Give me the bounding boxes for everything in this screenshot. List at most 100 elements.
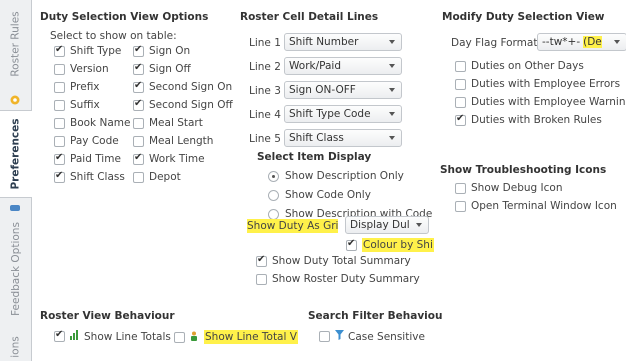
- checkbox-label: Case Sensitive: [348, 330, 425, 343]
- tab-feedback-options[interactable]: Feedback Options: [0, 220, 31, 318]
- checkbox-case-sensitive[interactable]: Case Sensitive: [319, 330, 425, 343]
- checkbox-show-line-total-v[interactable]: Show Line Total V: [174, 330, 298, 344]
- radio-label: Show Code Only: [285, 189, 371, 201]
- tab-preferences[interactable]: Preferences: [0, 110, 32, 198]
- checkbox-label: Suffix: [70, 99, 100, 111]
- checkbox-box[interactable]: [54, 329, 65, 342]
- line-3-select[interactable]: Sign ON-OFF: [284, 81, 402, 99]
- checkbox-label: Show Roster Duty Summary: [272, 273, 420, 285]
- checkbox-colour-by-shift[interactable]: Colour by Shi: [346, 238, 434, 252]
- checkbox-box[interactable]: [256, 273, 267, 285]
- checkbox-work-time[interactable]: Work Time: [133, 152, 205, 165]
- checkbox-sign-off[interactable]: Sign Off: [133, 62, 191, 75]
- checkbox-meal-start[interactable]: Meal Start: [133, 117, 203, 129]
- checkbox-box[interactable]: [455, 96, 466, 108]
- checkbox-debug-icon[interactable]: Show Debug Icon: [455, 182, 563, 194]
- tab-label: Feedback Options: [9, 222, 22, 316]
- checkbox-box[interactable]: [54, 170, 65, 183]
- radio-code-only[interactable]: Show Code Only: [268, 189, 371, 201]
- tab-partial[interactable]: ions: [0, 332, 31, 362]
- select-value: Shift Class: [289, 132, 344, 144]
- checkbox-label: Book Name: [70, 117, 131, 129]
- checkbox-box[interactable]: [174, 331, 185, 343]
- checkbox-box[interactable]: [455, 60, 466, 72]
- checkbox-box[interactable]: [54, 99, 65, 111]
- checkbox-meal-length[interactable]: Meal Length: [133, 135, 213, 147]
- line-3-label: Line 3: [249, 85, 281, 97]
- checkbox-box[interactable]: [455, 182, 466, 194]
- checkbox-shift-type[interactable]: Shift Type: [54, 44, 121, 57]
- checkbox-depot[interactable]: Depot: [133, 171, 181, 183]
- checkbox-duties-employee-errors[interactable]: Duties with Employee Errors: [455, 78, 620, 90]
- checkbox-shift-class[interactable]: Shift Class: [54, 170, 125, 183]
- checkbox-label: Depot: [149, 171, 181, 183]
- checkbox-duties-employee-warning[interactable]: Duties with Employee Warning: [455, 96, 626, 108]
- checkbox-paid-time[interactable]: Paid Time: [54, 152, 121, 165]
- checkbox-box[interactable]: [54, 81, 65, 93]
- line-5-select[interactable]: Shift Class: [284, 129, 402, 147]
- checkbox-box[interactable]: [455, 78, 466, 90]
- checkbox-duties-other-days[interactable]: Duties on Other Days: [455, 60, 584, 72]
- radio-label: Show Description Only: [285, 170, 404, 182]
- checkbox-box[interactable]: [54, 63, 65, 75]
- checkbox-duties-broken-rules[interactable]: Duties with Broken Rules: [455, 113, 602, 126]
- checkbox-box[interactable]: [54, 135, 65, 147]
- show-duty-as-grid-select[interactable]: Display Dul: [345, 216, 429, 234]
- checkbox-terminal-window-icon[interactable]: Open Terminal Window Icon: [455, 200, 617, 212]
- checkbox-box[interactable]: [133, 80, 144, 93]
- duty-selection-title: Duty Selection View Options: [40, 11, 209, 23]
- checkbox-book-name[interactable]: Book Name: [54, 117, 130, 129]
- checkbox-second-sign-on[interactable]: Second Sign On: [133, 80, 232, 93]
- checkbox-label: Version: [70, 63, 109, 75]
- tab-roster-rules[interactable]: Roster Rules: [0, 6, 31, 82]
- checkbox-box[interactable]: [133, 98, 144, 111]
- checkbox-sign-on[interactable]: Sign On: [133, 44, 191, 57]
- checkbox-version[interactable]: Version: [54, 63, 109, 75]
- person-chart-icon: [190, 331, 200, 344]
- checkbox-label: Prefix: [70, 81, 100, 93]
- checkbox-roster-duty-summary[interactable]: Show Roster Duty Summary: [256, 273, 420, 285]
- checkbox-suffix[interactable]: Suffix: [54, 99, 100, 111]
- checkbox-pay-code[interactable]: Pay Code: [54, 135, 119, 147]
- checkbox-box[interactable]: [133, 135, 144, 147]
- checkbox-box[interactable]: [319, 331, 330, 342]
- troubleshooting-title: Show Troubleshooting Icons: [440, 164, 607, 176]
- checkbox-box[interactable]: [455, 113, 466, 126]
- day-flag-select[interactable]: --tw*+- (De: [537, 33, 626, 51]
- checkbox-box[interactable]: [133, 152, 144, 165]
- checkbox-box[interactable]: [54, 152, 65, 165]
- checkbox-box[interactable]: [133, 117, 144, 129]
- checkbox-box[interactable]: [133, 44, 144, 57]
- checkbox-duty-total-summary[interactable]: Show Duty Total Summary: [256, 254, 411, 267]
- checkbox-second-sign-off[interactable]: Second Sign Off: [133, 98, 233, 111]
- select-value-highlight: (De: [583, 36, 602, 48]
- checkbox-prefix[interactable]: Prefix: [54, 81, 100, 93]
- checkbox-box[interactable]: [133, 62, 144, 75]
- radio-circle[interactable]: [268, 189, 279, 201]
- checkbox-show-line-totals[interactable]: Show Line Totals: [54, 329, 171, 343]
- line-1-select[interactable]: Shift Number: [284, 33, 402, 51]
- search-filter-title: Search Filter Behaviou: [308, 310, 443, 322]
- roster-cell-title: Roster Cell Detail Lines: [240, 11, 379, 23]
- tab-label: ions: [9, 336, 22, 358]
- checkbox-box[interactable]: [133, 171, 144, 183]
- checkbox-box[interactable]: [455, 200, 466, 212]
- select-value: Shift Type Code: [289, 108, 371, 120]
- checkbox-box[interactable]: [346, 238, 357, 251]
- checkbox-label: Meal Length: [149, 135, 214, 147]
- checkbox-label: Work Time: [149, 153, 205, 165]
- line-2-select[interactable]: Work/Paid: [284, 57, 402, 75]
- checkbox-label: Sign On: [149, 45, 191, 57]
- checkbox-box[interactable]: [54, 117, 65, 129]
- checkbox-label: Second Sign Off: [149, 99, 233, 111]
- checkbox-label: Show Debug Icon: [471, 182, 563, 194]
- radio-description-only[interactable]: Show Description Only: [268, 170, 404, 182]
- radio-circle[interactable]: [268, 208, 279, 220]
- line-4-select[interactable]: Shift Type Code: [284, 105, 402, 123]
- radio-circle[interactable]: [268, 170, 279, 182]
- checkbox-box[interactable]: [256, 254, 267, 267]
- checkbox-label: Pay Code: [70, 135, 119, 147]
- checkbox-box[interactable]: [54, 44, 65, 57]
- select-value: Sign ON-OFF: [289, 84, 356, 96]
- checkbox-label: Duties with Broken Rules: [471, 114, 602, 126]
